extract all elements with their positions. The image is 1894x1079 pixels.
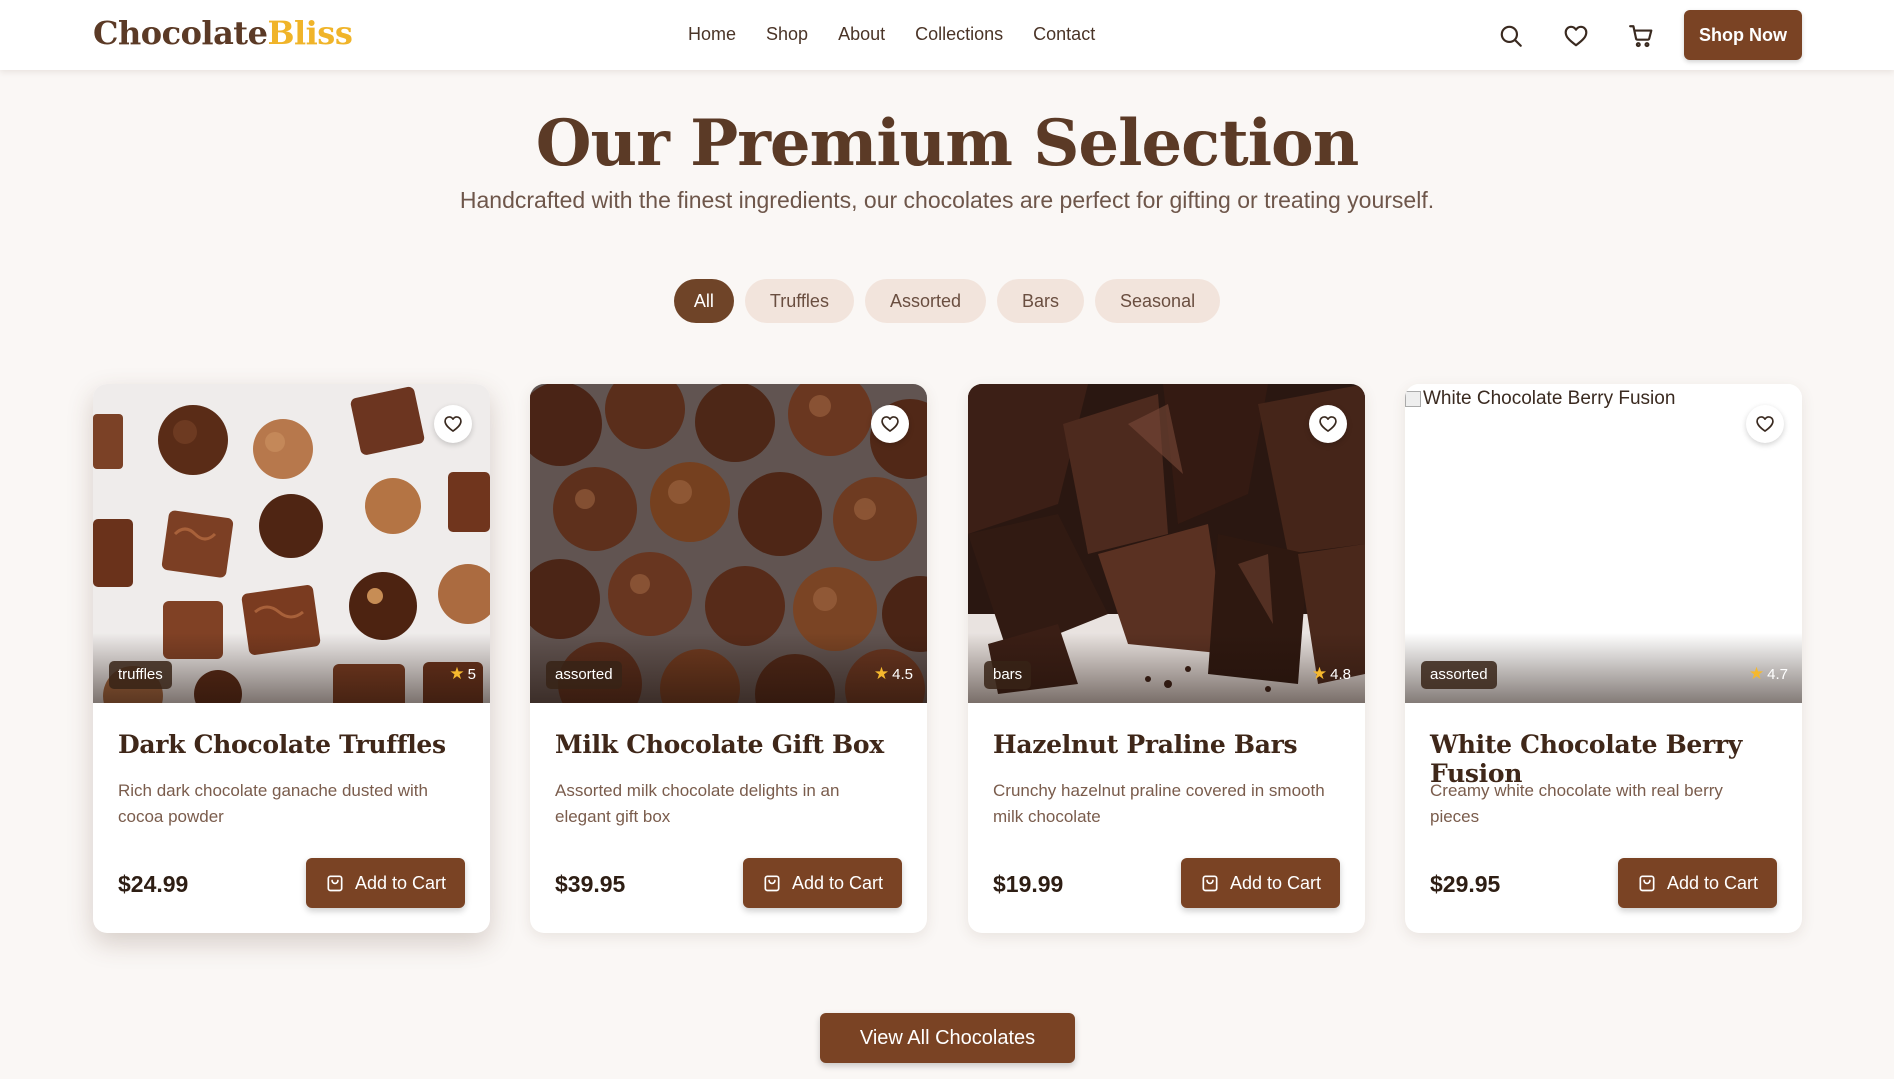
rating: ★ 4.7	[1748, 664, 1788, 683]
product-image[interactable]: bars ★ 4.8	[968, 384, 1365, 703]
broken-image-icon	[1405, 391, 1421, 407]
heart-icon[interactable]	[1560, 20, 1592, 52]
wishlist-button[interactable]	[1746, 405, 1784, 443]
product-name[interactable]: Milk Chocolate Gift Box	[555, 730, 884, 759]
product-description: Rich dark chocolate ganache dusted with …	[118, 781, 428, 826]
heart-icon	[1756, 416, 1774, 432]
rating: ★ 5	[449, 664, 476, 683]
shopping-bag-icon	[1639, 875, 1655, 892]
nav-link-home[interactable]: Home	[688, 24, 736, 45]
product-description: Assorted milk chocolate delights in an e…	[555, 781, 840, 826]
nav-link-about[interactable]: About	[838, 24, 885, 45]
product-price: $24.99	[118, 871, 189, 897]
product-image[interactable]: truffles ★ 5	[93, 384, 490, 703]
star-icon: ★	[1748, 664, 1765, 683]
page-title: Our Premium Selection	[535, 106, 1359, 181]
nav-link-shop[interactable]: Shop	[766, 24, 808, 45]
product-card: bars ★ 4.8 Hazelnut Praline Bars Crunchy …	[968, 384, 1365, 933]
wishlist-button[interactable]	[871, 405, 909, 443]
product-name[interactable]: Hazelnut Praline Bars	[993, 730, 1298, 759]
product-price: $39.95	[555, 871, 626, 897]
product-description: Crunchy hazelnut praline covered in smoo…	[993, 781, 1325, 826]
star-icon: ★	[1311, 664, 1328, 683]
product-name[interactable]: Dark Chocolate Truffles	[118, 730, 446, 759]
brand-logo[interactable]: ChocolateBliss	[93, 14, 353, 52]
filter-assorted[interactable]: Assorted	[864, 279, 986, 323]
wishlist-button[interactable]	[1309, 405, 1347, 443]
shopping-bag-icon	[327, 875, 343, 892]
rating: ★ 4.5	[873, 664, 913, 683]
product-card: assorted ★ 4.5 Milk Chocolate Gift Box As…	[530, 384, 927, 933]
product-card: White Chocolate Berry Fusion assorted ★ 4…	[1405, 384, 1802, 933]
heart-icon	[444, 416, 462, 432]
broken-image-alt: White Chocolate Berry Fusion	[1405, 388, 1675, 410]
nav-link-contact[interactable]: Contact	[1033, 24, 1095, 45]
main-nav: Home Shop About Collections Contact	[688, 24, 1125, 45]
product-price: $19.99	[993, 871, 1064, 897]
add-to-cart-button[interactable]: Add to Cart	[306, 858, 465, 908]
add-to-cart-button[interactable]: Add to Cart	[1181, 858, 1340, 908]
heart-icon	[1319, 416, 1337, 432]
filter-seasonal[interactable]: Seasonal	[1095, 279, 1221, 323]
product-price: $29.95	[1430, 871, 1501, 897]
filter-truffles[interactable]: Truffles	[744, 279, 854, 323]
product-image[interactable]: White Chocolate Berry Fusion assorted ★ 4…	[1405, 384, 1802, 703]
product-card: truffles ★ 5 Dark Chocolate Truffles Rich…	[93, 384, 490, 933]
shopping-bag-icon	[1202, 875, 1218, 892]
category-badge: truffles	[109, 661, 172, 689]
rating: ★ 4.8	[1311, 664, 1351, 683]
category-badge: assorted	[1421, 661, 1497, 689]
nav-link-collections[interactable]: Collections	[915, 24, 1003, 45]
filter-bars[interactable]: Bars	[997, 279, 1085, 323]
add-to-cart-button[interactable]: Add to Cart	[743, 858, 902, 908]
heart-icon	[881, 416, 899, 432]
star-icon: ★	[873, 664, 890, 683]
filter-all[interactable]: All	[673, 279, 734, 323]
shopping-bag-icon	[764, 875, 780, 892]
site-header: ChocolateBliss Home Shop About Collectio…	[0, 0, 1894, 70]
wishlist-button[interactable]	[434, 405, 472, 443]
add-to-cart-button[interactable]: Add to Cart	[1618, 858, 1777, 908]
product-image[interactable]: assorted ★ 4.5	[530, 384, 927, 703]
star-icon: ★	[449, 664, 465, 683]
product-description: Creamy white chocolate with real berry p…	[1430, 781, 1723, 826]
view-all-chocolates-button[interactable]: View All Chocolates	[820, 1013, 1075, 1063]
page-subtitle: Handcrafted with the finest ingredients,…	[459, 187, 1435, 213]
shop-now-button[interactable]: Shop Now	[1684, 10, 1802, 60]
category-badge: bars	[984, 661, 1032, 689]
cart-icon[interactable]	[1625, 20, 1657, 52]
category-badge: assorted	[546, 661, 622, 689]
category-filters: All Truffles Assorted Bars Seasonal	[0, 279, 1894, 323]
search-icon[interactable]	[1495, 20, 1527, 52]
